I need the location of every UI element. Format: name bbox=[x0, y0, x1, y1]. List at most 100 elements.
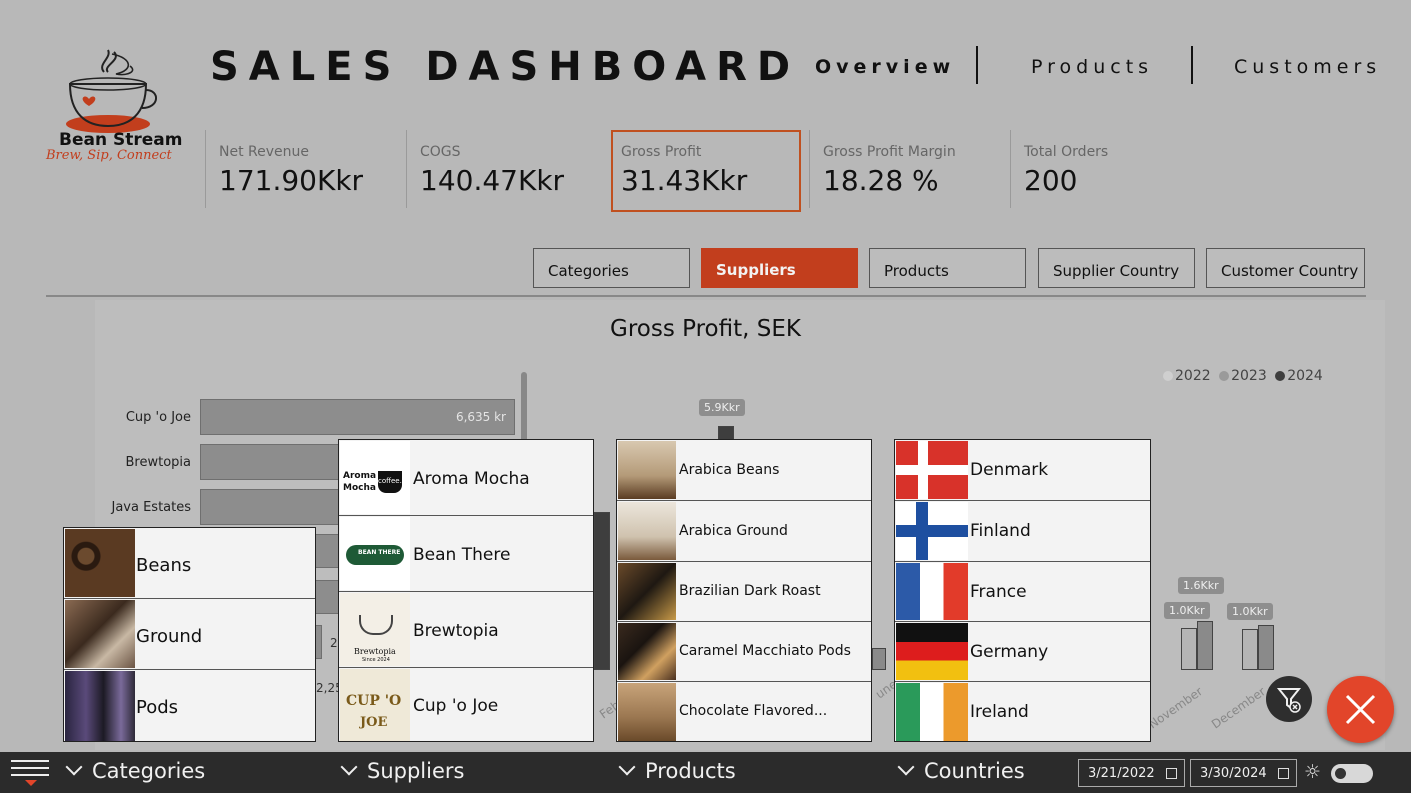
slicer-item-cup-o-joe[interactable]: CUP 'O JOE Cup 'o Joe bbox=[339, 668, 593, 742]
data-label: 1.0Kkr bbox=[1227, 603, 1273, 620]
close-button[interactable] bbox=[1327, 676, 1394, 743]
logo-text: CUP 'O bbox=[346, 693, 402, 709]
slicer-item-label: Germany bbox=[970, 642, 1049, 662]
slicer-item-label: Beans bbox=[136, 555, 192, 576]
bar[interactable]: 6,635 kr bbox=[200, 399, 515, 435]
slicer-item-label: Ground bbox=[136, 626, 203, 647]
kpi-value: 18.28 % bbox=[823, 164, 939, 197]
logo-text: Brewtopia bbox=[354, 647, 396, 656]
chart-title: Gross Profit, SEK bbox=[610, 316, 801, 342]
date-value: 3/30/2024 bbox=[1200, 766, 1267, 781]
kpi-net-revenue[interactable]: Net Revenue 171.90Kkr bbox=[205, 130, 405, 208]
slicer-item-country[interactable]: Denmark bbox=[895, 440, 1150, 501]
filter-countries-dropdown[interactable]: Countries bbox=[896, 758, 1025, 783]
page-title: SALES DASHBOARD bbox=[210, 44, 801, 90]
tab-suppliers[interactable]: Suppliers bbox=[701, 248, 858, 288]
sun-icon: ☼ bbox=[1304, 761, 1322, 783]
logo-text: Mocha bbox=[343, 483, 376, 493]
slicer-item-label: Brazilian Dark Roast bbox=[679, 583, 821, 599]
slicer-item-product[interactable]: Chocolate Flavored... bbox=[617, 682, 871, 742]
calendar-icon bbox=[1166, 768, 1177, 779]
filter-products-dropdown[interactable]: Products bbox=[617, 758, 736, 783]
slicer-item-label: Denmark bbox=[970, 460, 1049, 480]
bar[interactable] bbox=[314, 534, 340, 568]
chevron-down-icon bbox=[65, 758, 83, 776]
kpi-value: 140.47Kkr bbox=[420, 164, 565, 197]
slicer-item-beans[interactable]: Beans bbox=[64, 528, 315, 599]
finland-flag-icon bbox=[896, 502, 968, 560]
column-bar[interactable] bbox=[594, 512, 610, 670]
kpi-total-orders[interactable]: Total Orders 200 bbox=[1010, 130, 1210, 208]
scrollbar[interactable] bbox=[521, 372, 527, 442]
nav-divider bbox=[976, 46, 978, 84]
date-value: 3/21/2022 bbox=[1088, 766, 1155, 781]
nav-products[interactable]: Products bbox=[1031, 56, 1153, 78]
slicer-item-label: Arabica Beans bbox=[679, 462, 780, 478]
column-bar[interactable] bbox=[1181, 628, 1197, 670]
filter-label: Products bbox=[645, 759, 736, 783]
tab-products[interactable]: Products bbox=[869, 248, 1026, 288]
data-label: 1.0Kkr bbox=[1164, 602, 1210, 619]
bean-there-logo: BEAN THERE bbox=[340, 517, 410, 590]
slicer-item-ground[interactable]: Ground bbox=[64, 599, 315, 670]
slicer-item-aroma-mocha[interactable]: Aroma Mocha coffee. Aroma Mocha bbox=[339, 440, 593, 516]
date-from-input[interactable]: 3/21/2022 bbox=[1078, 759, 1185, 787]
slicer-item-label: Pods bbox=[136, 697, 179, 718]
kpi-gross-profit-margin[interactable]: Gross Profit Margin 18.28 % bbox=[809, 130, 1009, 208]
date-to-input[interactable]: 3/30/2024 bbox=[1190, 759, 1297, 787]
filter-label: Suppliers bbox=[367, 759, 465, 783]
slicer-item-label: Bean There bbox=[413, 545, 511, 565]
column-bar[interactable] bbox=[1197, 621, 1213, 670]
slicer-item-product[interactable]: Arabica Beans bbox=[617, 440, 871, 501]
slicer-item-label: France bbox=[970, 582, 1027, 602]
bar[interactable] bbox=[314, 580, 340, 614]
slicer-item-pods[interactable]: Pods bbox=[64, 670, 315, 742]
slicer-item-label: Caramel Macchiato Pods bbox=[679, 643, 851, 659]
nav-overview[interactable]: Overview bbox=[815, 56, 955, 78]
tab-customer-country[interactable]: Customer Country bbox=[1206, 248, 1365, 288]
logo-text: coffee. bbox=[378, 477, 402, 485]
close-icon bbox=[1345, 694, 1376, 725]
slicer-item-product[interactable]: Caramel Macchiato Pods bbox=[617, 622, 871, 682]
bar-category-label: Cup 'o Joe bbox=[125, 410, 191, 425]
slicer-item-product[interactable]: Arabica Ground bbox=[617, 501, 871, 562]
kpi-label: COGS bbox=[420, 144, 461, 160]
tab-categories[interactable]: Categories bbox=[533, 248, 690, 288]
slicer-item-country[interactable]: France bbox=[895, 562, 1150, 622]
chevron-down-icon bbox=[340, 758, 358, 776]
filter-label: Categories bbox=[92, 759, 206, 783]
column-bar[interactable] bbox=[1242, 629, 1258, 670]
product-image bbox=[618, 563, 676, 620]
theme-toggle[interactable] bbox=[1331, 764, 1373, 783]
denmark-flag-icon bbox=[896, 441, 968, 499]
nav-divider bbox=[1191, 46, 1193, 84]
kpi-label: Gross Profit Margin bbox=[823, 144, 956, 160]
hamburger-menu-icon[interactable] bbox=[11, 758, 51, 788]
chevron-down-icon bbox=[897, 758, 915, 776]
slicer-item-country[interactable]: Germany bbox=[895, 622, 1150, 682]
coffee-cup-icon bbox=[66, 49, 157, 133]
bar[interactable] bbox=[200, 489, 340, 525]
nav-customers[interactable]: Customers bbox=[1234, 56, 1381, 78]
slicer-item-country[interactable]: Finland bbox=[895, 501, 1150, 562]
filter-categories-dropdown[interactable]: Categories bbox=[64, 758, 206, 783]
product-image bbox=[618, 683, 676, 741]
slicer-item-bean-there[interactable]: BEAN THERE Bean There bbox=[339, 516, 593, 592]
column-bar[interactable] bbox=[872, 648, 886, 670]
kpi-label: Total Orders bbox=[1024, 144, 1109, 160]
kpi-value: 200 bbox=[1024, 164, 1078, 197]
slicer-item-country[interactable]: Ireland bbox=[895, 682, 1150, 742]
logo-text: BEAN THERE bbox=[358, 549, 401, 556]
slicer-item-product[interactable]: Brazilian Dark Roast bbox=[617, 562, 871, 622]
kpi-gross-profit[interactable]: Gross Profit 31.43Kkr bbox=[611, 130, 801, 212]
column-bar[interactable] bbox=[1258, 625, 1274, 670]
clear-filters-button[interactable] bbox=[1266, 676, 1312, 722]
filter-suppliers-dropdown[interactable]: Suppliers bbox=[339, 758, 465, 783]
tab-supplier-country[interactable]: Supplier Country bbox=[1038, 248, 1195, 288]
teacup-icon bbox=[359, 615, 393, 635]
bar[interactable] bbox=[200, 444, 340, 480]
pods-image bbox=[65, 671, 135, 741]
slicer-item-brewtopia[interactable]: Brewtopia Since 2024 Brewtopia bbox=[339, 592, 593, 668]
products-slicer-panel: Arabica Beans Arabica Ground Brazilian D… bbox=[616, 439, 872, 742]
kpi-cogs[interactable]: COGS 140.47Kkr bbox=[406, 130, 606, 208]
